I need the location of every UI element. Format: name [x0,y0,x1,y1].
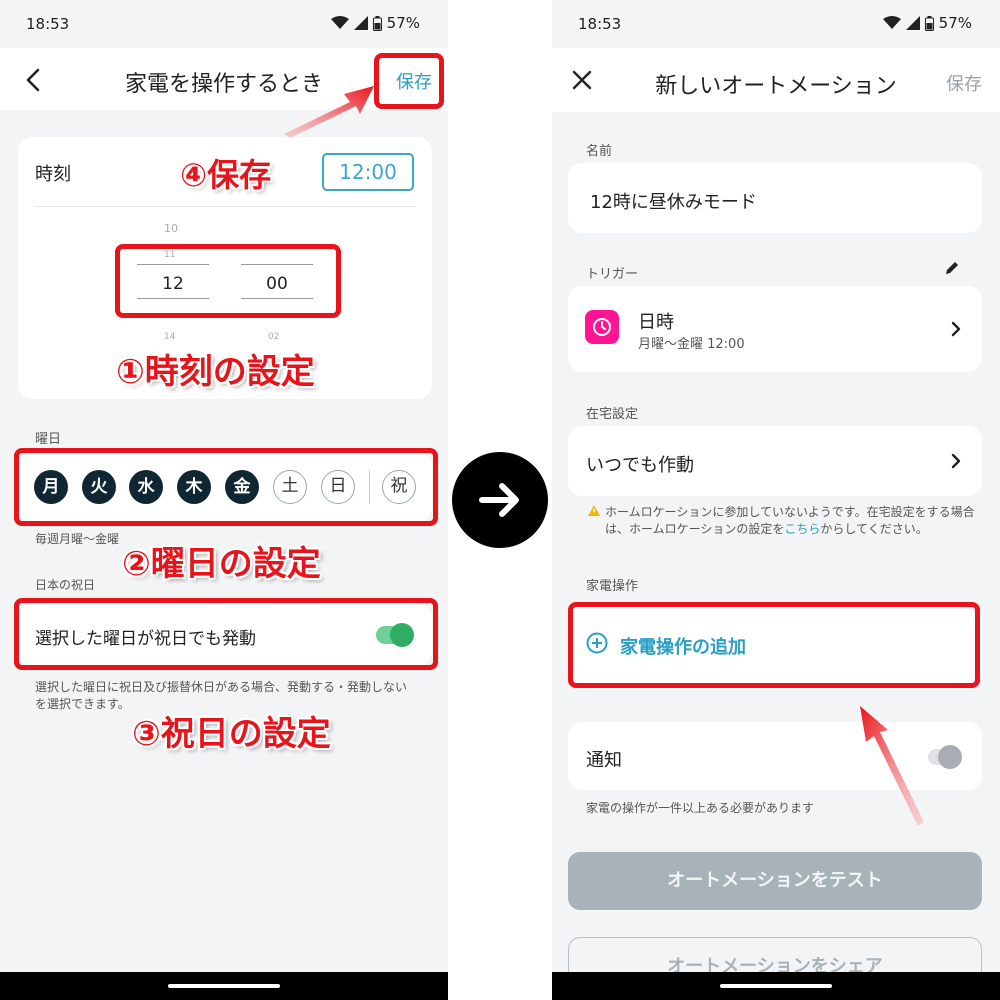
picker-line [241,264,313,265]
app-bar: 家電を操作するとき 保存 [0,48,448,110]
picker-line [137,298,209,299]
battery-icon [924,15,934,31]
warning-text-2: からしてください。 [820,522,928,536]
hour-picker[interactable]: 12 [137,274,209,294]
hour-below: 14 [164,332,176,342]
signal-icon [353,16,368,30]
save-button[interactable]: 保存 [396,68,432,94]
annotation-save: ④保存 [180,156,272,194]
annotation-arrow [284,86,374,138]
wifi-icon [882,16,901,29]
trigger-subtitle: 月曜〜金曜 12:00 [638,337,745,352]
picker-line [137,264,209,265]
test-button[interactable]: オートメーションをテスト [568,852,982,910]
save-button[interactable]: 保存 [946,70,982,96]
clock-icon [585,310,619,344]
nav-bar [0,972,448,1000]
battery-percent: 57% [938,14,972,32]
day-sat[interactable]: 土 [273,470,307,504]
day-tue[interactable]: 火 [82,470,116,504]
transition-arrow-icon [452,452,548,548]
name-value[interactable]: 12時に昼休みモード [590,188,757,214]
name-label: 名前 [586,144,613,159]
time-label: 時刻 [35,164,71,185]
left-screen: 18:53 57% 家電を操作するとき 保存 時刻 12:00 10 11 12… [0,0,448,972]
warning-link[interactable]: こちら [784,522,820,536]
battery-percent: 57% [386,14,420,32]
app-bar: 新しいオートメーション 保存 [552,48,1000,112]
edit-pencil-icon[interactable] [944,260,960,276]
presence-label: 在宅設定 [586,407,639,422]
day-fri[interactable]: 金 [225,470,259,504]
annotation-time: ①時刻の設定 [116,352,315,392]
status-icons: 57% [882,14,972,32]
day-sun[interactable]: 日 [321,470,355,504]
home-indicator[interactable] [168,984,280,988]
page-title: 新しいオートメーション [655,74,897,99]
hour-above: 10 [164,222,178,235]
divider [35,206,415,207]
signal-icon [905,16,920,30]
annotation-arrow [860,706,924,826]
add-appliance-button[interactable]: 家電操作の追加 [620,633,746,659]
day-divider [369,470,370,504]
phone-left: 18:53 57% 家電を操作するとき 保存 時刻 12:00 10 11 12… [0,0,448,1000]
trigger-title: 日時 [638,312,674,333]
time-value-badge[interactable]: 12:00 [322,153,414,191]
status-icons: 57% [330,14,420,32]
trigger-label: トリガー [586,267,639,282]
minute-below: 02 [268,332,280,342]
nav-bar [552,972,1000,1000]
right-screen: 18:53 57% 新しいオートメーション 保存 名前 12時に昼休みモード ト… [552,0,1000,972]
status-bar: 18:53 57% [0,0,448,48]
warning-icon [588,505,600,516]
battery-icon [372,15,382,31]
plus-circle-icon [586,632,608,654]
status-bar: 18:53 57% [552,0,1000,48]
weekday-summary: 毎週月曜〜金曜 [35,532,120,546]
trigger-card[interactable] [568,286,982,372]
presence-value: いつでも作動 [586,455,694,476]
day-holiday[interactable]: 祝 [382,470,416,504]
holiday-toggle-label: 選択した曜日が祝日でも発動 [35,629,256,649]
notify-toggle[interactable] [938,745,962,769]
phone-right: 18:53 57% 新しいオートメーション 保存 名前 12時に昼休みモード ト… [552,0,1000,1000]
notify-hint: 家電の操作が一件以上ある必要があります [586,801,815,815]
day-thu[interactable]: 木 [177,470,211,504]
picker-line [241,298,313,299]
appliance-label: 家電操作 [586,579,639,594]
status-time: 18:53 [26,15,70,33]
day-wed[interactable]: 水 [129,470,163,504]
wifi-icon [330,16,349,29]
warning-text: ホームロケーションに参加していないようです。在宅設定をする場合は、ホームロケーシ… [605,504,985,538]
minute-picker[interactable]: 00 [241,274,313,294]
status-time: 18:53 [578,15,622,33]
notify-label: 通知 [586,750,622,771]
chevron-right-icon [951,321,961,337]
holiday-section-label: 日本の祝日 [35,578,96,592]
weekday-label: 曜日 [35,432,62,447]
home-indicator[interactable] [720,984,832,988]
hour-above-2: 11 [164,250,176,260]
annotation-weekday: ②曜日の設定 [122,544,321,584]
holiday-toggle[interactable] [390,623,414,647]
share-button[interactable]: オートメーションをシェア [568,937,982,972]
page-title: 家電を操作するとき [124,72,323,97]
annotation-holiday: ③祝日の設定 [132,714,331,754]
chevron-right-icon [951,453,961,469]
day-mon[interactable]: 月 [34,470,68,504]
